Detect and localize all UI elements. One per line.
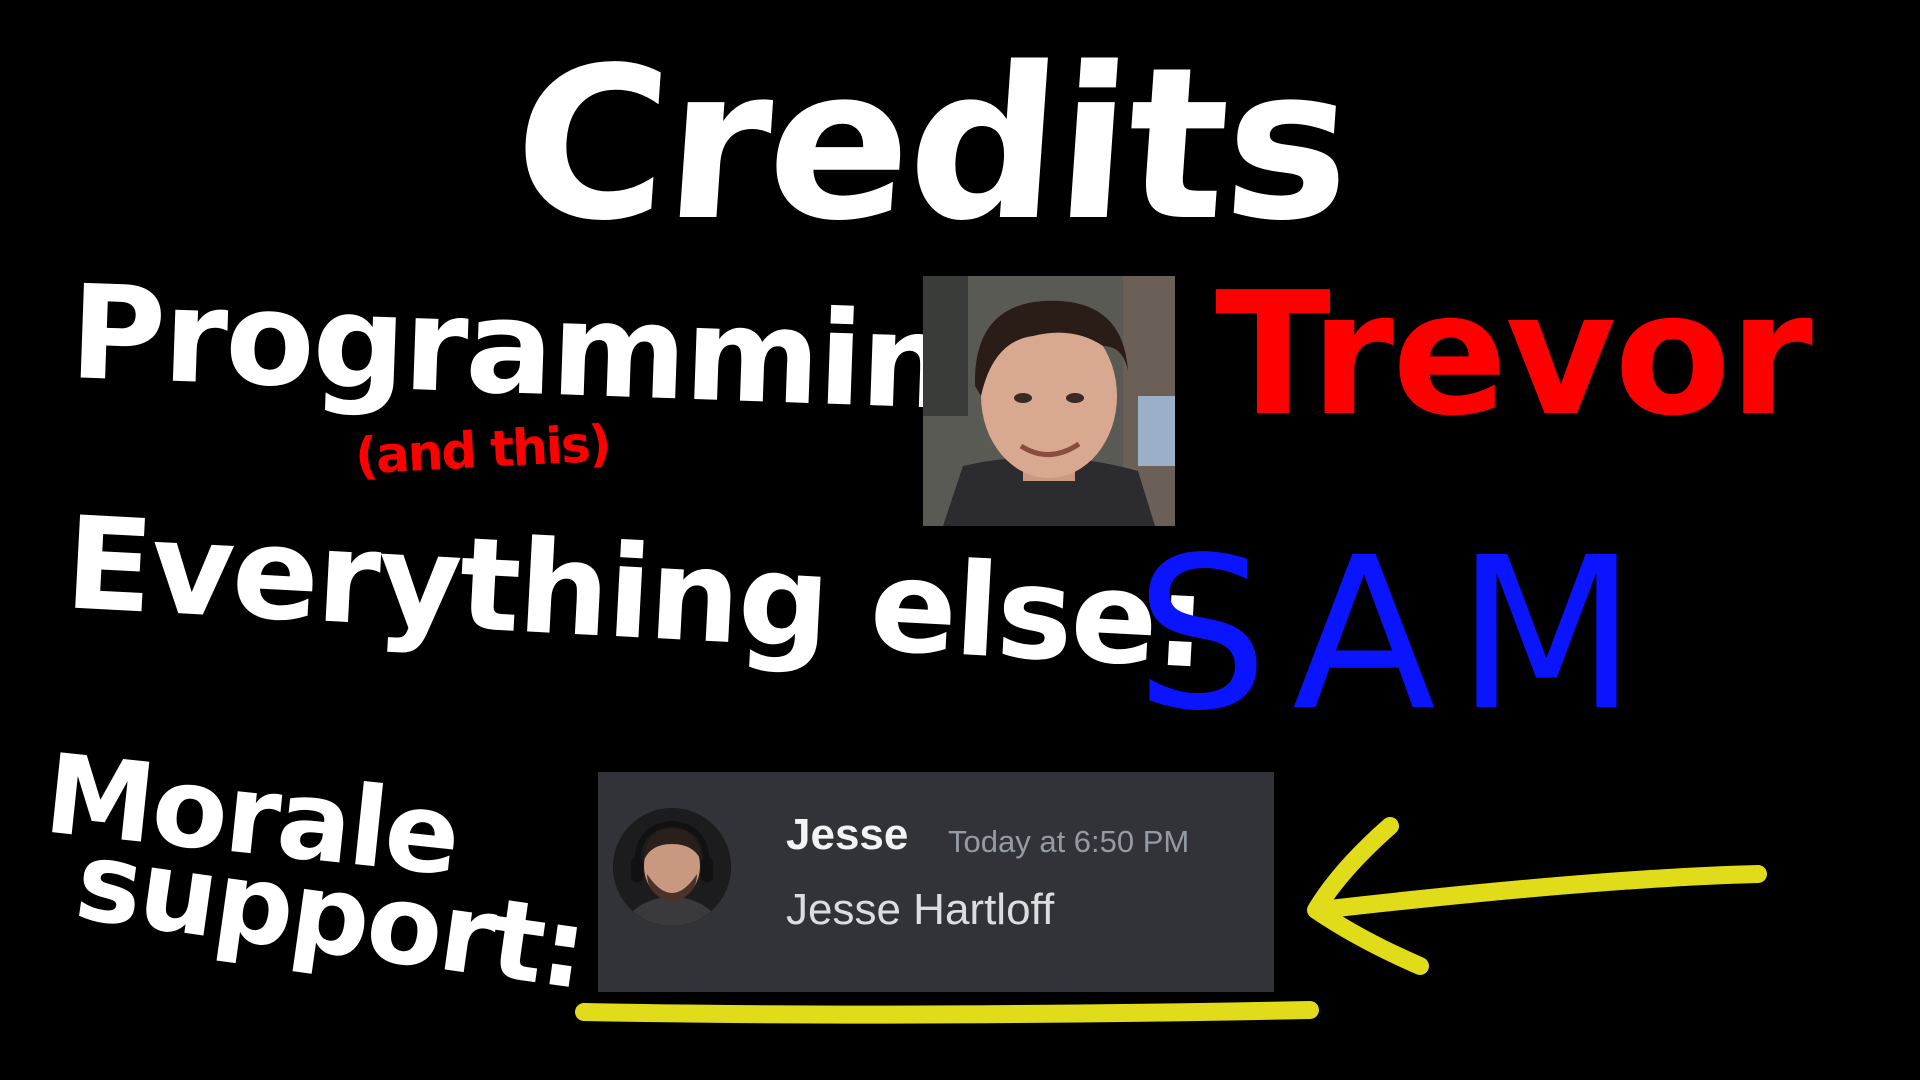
- programming-name: Trevor: [1215, 256, 1813, 454]
- programming-note: (and this): [353, 414, 611, 486]
- underline-stroke-icon: [575, 1001, 1319, 1024]
- credits-slide: Credits Programming: (and this) Trevor E…: [0, 0, 1920, 1080]
- slide-title: Credits: [506, 22, 1358, 267]
- chat-message-text: Jesse Hartloff: [786, 885, 1055, 934]
- everything-else-label: Everything else:: [61, 489, 1209, 698]
- person-headset-avatar-icon: [613, 808, 731, 926]
- trevor-photo: [923, 276, 1175, 526]
- everything-else-name: SAM: [1135, 512, 1658, 757]
- chat-timestamp: Today at 6:50 PM: [948, 824, 1190, 859]
- chat-username: Jesse: [786, 810, 909, 859]
- person-photo-icon: [923, 276, 1175, 526]
- morale-support-label-line2: support:: [68, 816, 594, 1014]
- arrow-left-icon: [1307, 817, 1767, 975]
- chat-avatar: [613, 808, 731, 926]
- chat-message-card: Jesse Today at 6:50 PM Jesse Hartloff: [598, 772, 1274, 992]
